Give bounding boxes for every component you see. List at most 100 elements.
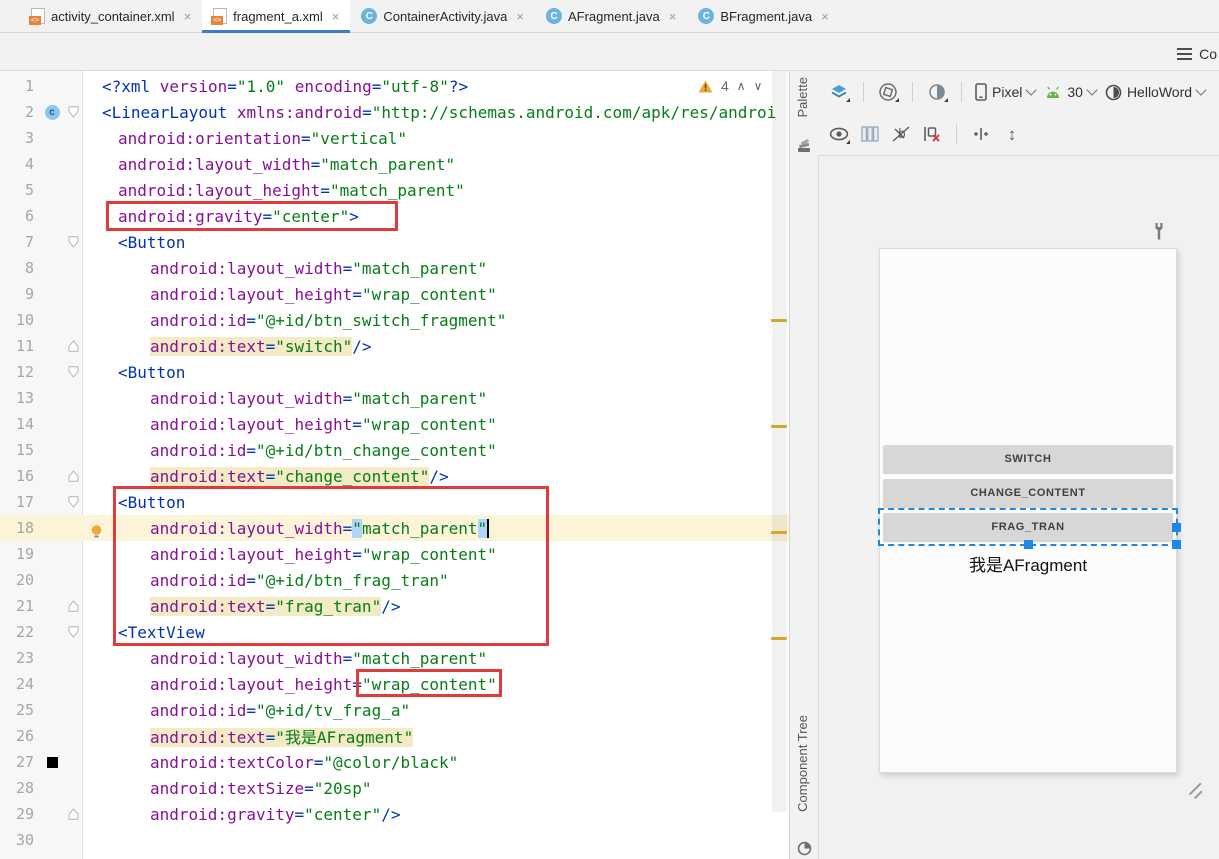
code-line-2[interactable]: 2 c <LinearLayout xmlns:android="http://sc… [0,99,789,125]
code-line-28[interactable]: 28 android:textSize="20sp" [0,775,789,801]
fold-marker-icon[interactable] [64,470,82,482]
code-line-23[interactable]: 23 android:layout_width="match_parent" [0,645,789,671]
preview-button-change_content[interactable]: CHANGE_CONTENT [883,479,1173,507]
code-text[interactable]: android:text="我是AFragment" [82,724,789,748]
design-canvas[interactable]: SWITCH CHANGE_CONTENT FRAG_TRAN 我是AFragment [818,156,1219,859]
code-line-14[interactable]: 14 android:layout_height="wrap_content" [0,411,789,437]
code-text[interactable]: <TextView [82,623,789,642]
close-tab-icon[interactable]: × [184,9,192,24]
code-text[interactable]: android:text="switch"/> [82,336,789,356]
expand-vertical-icon[interactable]: ↕ [1001,123,1023,145]
fold-marker-icon[interactable] [64,626,82,638]
orientation-icon[interactable] [877,81,899,103]
warning-stripe-mark[interactable] [771,531,787,534]
code-text[interactable]: android:textSize="20sp" [82,779,789,798]
theme-selector[interactable]: HelloWord [1105,84,1207,101]
code-line-30[interactable]: 30 [0,827,789,853]
code-text[interactable]: android:id="@+id/btn_frag_tran" [82,571,789,590]
close-tab-icon[interactable]: × [332,9,340,24]
view-options-icon[interactable] [828,123,850,145]
code-line-26[interactable]: 26 android:text="我是AFragment" [0,723,789,749]
code-line-9[interactable]: 9 android:layout_height="wrap_content" [0,281,789,307]
code-line-6[interactable]: 6 android:gravity="center"> [0,203,789,229]
preview-textview[interactable]: 我是AFragment [969,551,1087,576]
code-text[interactable]: <Button [82,233,789,252]
code-text[interactable]: <Button [82,493,789,512]
clear-constraints-icon[interactable] [921,123,943,145]
code-line-5[interactable]: 5 android:layout_height="match_parent" [0,177,789,203]
device-selector[interactable]: Pixel [975,83,1038,101]
code-line-10[interactable]: 10 android:id="@+id/btn_switch_fragment" [0,307,789,333]
component-tree-icon[interactable] [797,841,812,856]
code-line-25[interactable]: 25 android:id="@+id/tv_frag_a" [0,697,789,723]
close-tab-icon[interactable]: × [821,9,829,24]
code-line-1[interactable]: 1 <?xml version="1.0" encoding="utf-8"?> [0,73,789,99]
code-text[interactable]: android:layout_width="match_parent" [82,518,789,538]
code-line-18[interactable]: 18 android:layout_width="match_parent" [0,515,789,541]
code-text[interactable]: android:layout_height="wrap_content" [82,285,789,304]
code-text[interactable]: android:id="@+id/tv_frag_a" [82,701,789,720]
code-text[interactable]: android:textColor="@color/black" [82,753,789,772]
intention-bulb-icon[interactable] [90,524,103,538]
color-preview-icon[interactable] [40,756,64,768]
columns-icon[interactable] [859,123,881,145]
code-line-11[interactable]: 11 android:text="switch"/> [0,333,789,359]
preview-button-frag_tran[interactable]: FRAG_TRAN [883,513,1173,541]
code-text[interactable]: android:layout_width="match_parent" [82,389,789,408]
fold-marker-icon[interactable] [64,106,82,118]
code-text[interactable]: android:text="change_content"/> [82,466,789,486]
code-line-29[interactable]: 29 android:gravity="center"/> [0,801,789,827]
code-text[interactable]: android:layout_width="match_parent" [82,259,789,278]
code-line-12[interactable]: 12 <Button [0,359,789,385]
fold-marker-icon[interactable] [64,366,82,378]
code-line-4[interactable]: 4 android:layout_width="match_parent" [0,151,789,177]
code-line-7[interactable]: 7 <Button [0,229,789,255]
palette-icon[interactable] [797,139,812,154]
device-preview-screen[interactable]: SWITCH CHANGE_CONTENT FRAG_TRAN 我是AFragment [878,248,1181,773]
editor-tab-ContainerActivity-java[interactable]: C ContainerActivity.java × [350,0,535,32]
close-tab-icon[interactable]: × [516,9,524,24]
night-mode-icon[interactable] [926,81,948,103]
selection-handle[interactable] [1172,523,1181,532]
fold-marker-icon[interactable] [64,600,82,612]
fold-marker-icon[interactable] [64,340,82,352]
design-time-decorations-icon[interactable]: b [890,123,912,145]
code-text[interactable]: android:layout_height="match_parent" [82,181,789,200]
close-tab-icon[interactable]: × [669,9,677,24]
code-text[interactable]: android:gravity="center"> [82,207,789,226]
code-text[interactable]: android:layout_width="match_parent" [82,649,789,668]
fold-marker-icon[interactable] [64,236,82,248]
preview-button-switch[interactable]: SWITCH [883,445,1173,473]
design-surface-icon[interactable] [828,81,850,103]
code-text[interactable]: <?xml version="1.0" encoding="utf-8"?> [82,77,789,96]
code-line-20[interactable]: 20 android:id="@+id/btn_frag_tran" [0,567,789,593]
code-text[interactable]: android:layout_height="wrap_content" [82,415,789,434]
code-line-3[interactable]: 3 android:orientation="vertical" [0,125,789,151]
code-line-27[interactable]: 27 android:textColor="@color/black" [0,749,789,775]
editor-tab-BFragment-java[interactable]: C BFragment.java × [687,0,839,32]
canvas-resize-handle[interactable] [1184,780,1206,802]
infer-constraints-icon[interactable] [970,123,992,145]
prev-warning-icon[interactable]: ∧ [737,79,746,93]
code-line-19[interactable]: 19 android:layout_height="wrap_content" [0,541,789,567]
related-class-icon[interactable]: c [40,104,64,120]
code-line-16[interactable]: 16 android:text="change_content"/> [0,463,789,489]
code-line-15[interactable]: 15 android:id="@+id/btn_change_content" [0,437,789,463]
editor-tab-activity_container-xml[interactable]: <> activity_container.xml × [20,0,202,32]
code-text[interactable]: android:id="@+id/btn_change_content" [82,441,789,460]
code-line-22[interactable]: 22 <TextView [0,619,789,645]
api-selector[interactable]: 30 [1044,84,1098,100]
selected-component-wrapper[interactable]: FRAG_TRAN [878,508,1181,549]
code-text[interactable]: android:id="@+id/btn_switch_fragment" [82,311,789,330]
code-text[interactable]: android:layout_height="wrap_content" [82,675,789,694]
code-text[interactable]: <Button [82,363,789,382]
code-mode-toggle[interactable]: Co [1177,45,1219,63]
code-line-17[interactable]: 17 <Button [0,489,789,515]
code-text[interactable]: <LinearLayout xmlns:android="http://sche… [82,103,789,122]
code-text[interactable]: android:layout_width="match_parent" [82,155,789,174]
code-text[interactable]: android:orientation="vertical" [82,129,789,148]
inspections-widget[interactable]: 4 ∧ ∨ [698,75,762,97]
selection-handle[interactable] [1172,540,1181,549]
editor-tab-fragment_a-xml[interactable]: <> fragment_a.xml × [202,0,351,33]
warning-stripe-mark[interactable] [771,637,787,640]
